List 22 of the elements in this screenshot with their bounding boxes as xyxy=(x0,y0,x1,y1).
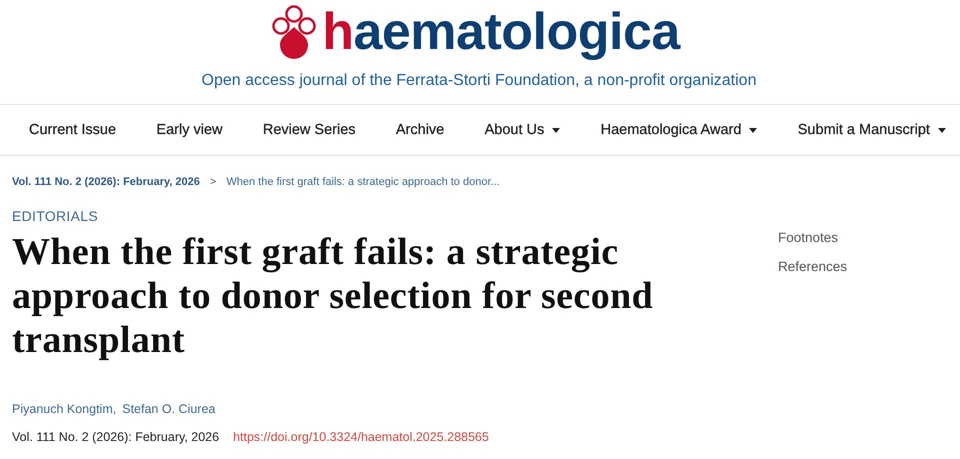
nav-link[interactable]: Review Series xyxy=(262,122,356,138)
doi-link[interactable]: https://doi.org/10.3324/haematol.2025.288565 xyxy=(233,430,489,444)
breadcrumb-link[interactable]: Vol. 111 No. 2 (2026): February, 2026 xyxy=(12,176,200,188)
nav-link[interactable]: Archive xyxy=(396,122,444,138)
logo-icon xyxy=(270,5,318,59)
nav-link[interactable]: Early view xyxy=(156,122,222,138)
article-title: When the first graft fails: a strategic approach to donor selection for second transplant xyxy=(12,230,654,362)
toc-link[interactable]: Footnotes xyxy=(778,230,838,245)
nav-dropdown[interactable]: About Us xyxy=(484,122,560,138)
toc-link[interactable]: References xyxy=(778,259,848,274)
nav-dropdown[interactable]: Submit a Manuscript xyxy=(798,122,946,138)
author-separator: , xyxy=(112,402,116,416)
section-label: EDITORIALS xyxy=(12,208,98,224)
nav-link[interactable]: Current Issue xyxy=(29,122,116,138)
author-name[interactable]: Piyanuch Kongtim xyxy=(12,402,113,416)
issue-info: Vol. 111 No. 2 (2026): February, 2026 xyxy=(12,430,220,444)
tagline: Open access journal of the Ferrata-Storti Foundation, a non-profit organization xyxy=(202,72,756,90)
site-logo[interactable]: haematologica xyxy=(322,2,680,62)
breadcrumb-current: When the first graft fails: a strategic approach to donor... xyxy=(226,176,500,188)
breadcrumb-separator: > xyxy=(210,176,216,188)
nav-dropdown[interactable]: Haematologica Award xyxy=(600,122,758,138)
author-name[interactable]: Stefan O. Ciurea xyxy=(122,402,216,416)
